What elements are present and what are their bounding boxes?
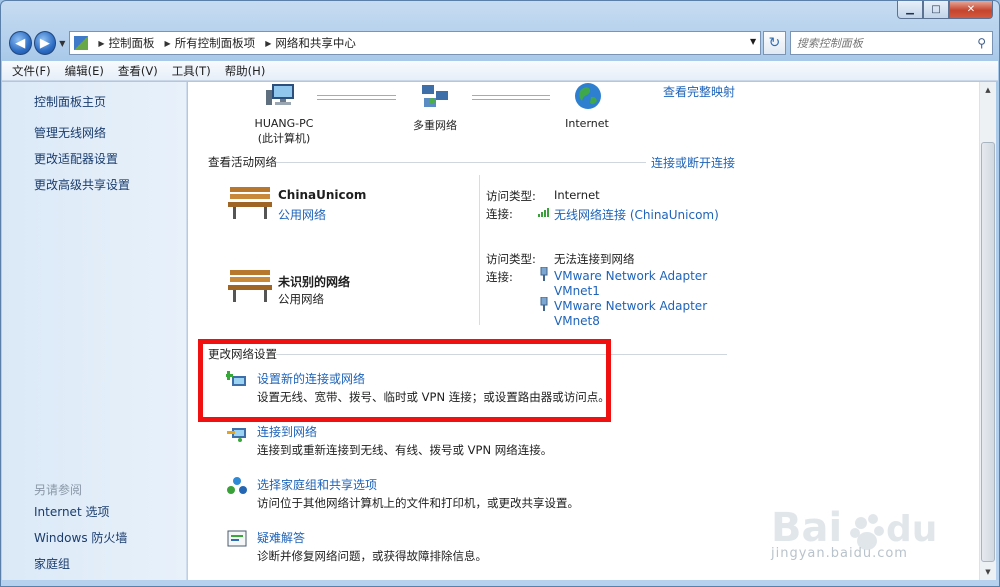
view-full-map-link[interactable]: 查看完整映射 (663, 83, 735, 100)
search-icon[interactable]: ⚲ (977, 36, 986, 50)
sidebar-item-internet-options[interactable]: Internet 选项 (34, 503, 127, 520)
search-input[interactable] (796, 36, 977, 50)
sidebar-item-adapter-settings[interactable]: 更改适配器设置 (34, 150, 130, 167)
maximize-button[interactable]: □ (923, 1, 949, 19)
troubleshoot-desc: 诊断并修复网络问题，或获得故障排除信息。 (257, 549, 487, 563)
breadcrumb-chevron-icon[interactable]: ▶ (265, 39, 271, 48)
connection-label: 连接: (486, 270, 513, 284)
menu-help[interactable]: 帮助(H) (225, 63, 266, 79)
node-name: HUANG-PC (254, 117, 314, 130)
vmnet1-link[interactable]: VMnet1 (554, 284, 600, 298)
wireless-connection-link[interactable]: 无线网络连接 (ChinaUnicom) (554, 206, 719, 223)
homegroup-sharing-desc: 访问位于其他网络计算机上的文件和打印机，或更改共享设置。 (257, 496, 579, 510)
scroll-up-arrow-icon[interactable]: ▲ (980, 82, 996, 98)
address-bar[interactable]: ▶ 控制面板 ▶ 所有控制面板项 ▶ 网络和共享中心 ▼ (69, 31, 762, 55)
sidebar-item-advanced-sharing[interactable]: 更改高级共享设置 (34, 176, 130, 193)
scroll-down-arrow-icon[interactable]: ▼ (980, 564, 996, 580)
sidebar-control-panel-home[interactable]: 控制面板主页 (34, 93, 106, 110)
connect-to-network-link[interactable]: 连接到网络 (257, 423, 317, 440)
svg-text:du: du (886, 509, 937, 550)
sidebar-tasks: 管理无线网络 更改适配器设置 更改高级共享设置 (34, 124, 130, 202)
menu-view[interactable]: 查看(V) (118, 63, 158, 79)
ethernet-plug-icon (540, 267, 548, 281)
connection-label: 连接: (486, 207, 513, 221)
breadcrumb-all-items[interactable]: 所有控制面板项 (175, 35, 256, 51)
vmware-adapter-link[interactable]: VMware Network Adapter (554, 269, 707, 283)
network-type-link[interactable]: 公用网络 (278, 206, 326, 223)
node-sub: (此计算机) (257, 132, 311, 145)
map-link-line (317, 95, 396, 100)
navigation-bar: ◀ ▶ ▼ ▶ 控制面板 ▶ 所有控制面板项 ▶ 网络和共享中心 ▼ ↻ ⚲ (9, 29, 993, 57)
access-type-label: 访问类型: (486, 189, 536, 203)
section-divider (276, 162, 646, 163)
menu-bar: 文件(F) 编辑(E) 查看(V) 工具(T) 帮助(H) (2, 61, 998, 81)
breadcrumb-control-panel[interactable]: 控制面板 (109, 35, 155, 51)
menu-file[interactable]: 文件(F) (12, 63, 51, 79)
forward-button[interactable]: ▶ (33, 31, 57, 55)
breadcrumb-network-center[interactable]: 网络和共享中心 (275, 35, 356, 51)
active-networks-title: 查看活动网络 (208, 155, 277, 169)
minimize-button[interactable]: ▁ (897, 1, 923, 19)
connect-to-network-icon (227, 428, 246, 442)
access-type-value: 无法连接到网络 (554, 252, 635, 266)
highlight-annotation-box (198, 339, 611, 422)
see-also-heading: 另请参阅 (34, 483, 83, 497)
refresh-icon: ↻ (768, 35, 781, 51)
breadcrumb-chevron-icon[interactable]: ▶ (98, 39, 104, 48)
homegroup-sharing-link[interactable]: 选择家庭组和共享选项 (257, 476, 377, 493)
connect-to-network-desc: 连接到或重新连接到无线、有线、拨号或 VPN 网络连接。 (257, 443, 553, 457)
sidebar: 控制面板主页 管理无线网络 更改适配器设置 更改高级共享设置 另请参阅 Inte… (2, 82, 187, 580)
internet-globe-icon (575, 83, 601, 109)
node-this-pc: HUANG-PC (此计算机) (239, 117, 329, 146)
ethernet-plug-icon (540, 297, 548, 311)
troubleshoot-link[interactable]: 疑难解答 (257, 529, 305, 546)
access-type-value: Internet (554, 188, 600, 202)
connect-disconnect-link[interactable]: 连接或断开连接 (651, 154, 735, 171)
baidu-watermark-logo: Bai du (771, 505, 937, 551)
column-divider (479, 175, 480, 325)
refresh-button[interactable]: ↻ (763, 31, 786, 55)
sidebar-item-manage-wireless[interactable]: 管理无线网络 (34, 124, 130, 141)
caption-buttons: ▁ □ ✕ (897, 1, 993, 19)
svg-text:Bai: Bai (771, 505, 842, 551)
computer-icon (266, 84, 294, 105)
multiple-networks-icon (422, 85, 448, 107)
access-type-label: 访问类型: (486, 252, 536, 266)
close-button[interactable]: ✕ (949, 1, 993, 19)
address-dropdown-icon[interactable]: ▼ (750, 37, 756, 46)
recent-pages-dropdown-icon[interactable]: ▼ (59, 39, 65, 48)
node-multiple-networks: 多重网络 (413, 119, 457, 132)
network-type: 公用网络 (278, 292, 324, 306)
vmnet8-link[interactable]: VMnet8 (554, 314, 600, 328)
watermark-url: jingyan.baidu.com (771, 546, 908, 561)
wireless-signal-icon (538, 208, 549, 217)
unidentified-network-bench-icon (228, 270, 272, 302)
control-panel-icon (74, 36, 89, 50)
network-name-unidentified: 未识别的网络 (278, 275, 351, 289)
search-box[interactable]: ⚲ (789, 31, 993, 55)
window-frame: ▁ □ ✕ ◀ ▶ ▼ ▶ 控制面板 ▶ 所有控制面板项 ▶ 网络和共享中心 ▼… (0, 0, 1000, 587)
sidebar-item-firewall[interactable]: Windows 防火墙 (34, 529, 127, 546)
vmware-adapter-link[interactable]: VMware Network Adapter (554, 299, 707, 313)
see-also-list: Internet 选项 Windows 防火墙 家庭组 (34, 503, 127, 581)
homegroup-icon (227, 477, 247, 494)
node-internet: Internet (565, 117, 609, 130)
scroll-thumb[interactable] (981, 142, 995, 562)
vertical-scrollbar[interactable]: ▲ ▼ (979, 82, 996, 580)
troubleshoot-icon (227, 530, 247, 547)
breadcrumb-chevron-icon[interactable]: ▶ (165, 39, 171, 48)
public-network-bench-icon (228, 187, 272, 219)
menu-edit[interactable]: 编辑(E) (65, 63, 104, 79)
back-button[interactable]: ◀ (9, 31, 32, 55)
map-link-line (472, 95, 550, 100)
menu-tools[interactable]: 工具(T) (172, 63, 211, 79)
sidebar-item-homegroup[interactable]: 家庭组 (34, 555, 127, 572)
network-name-chinaunicom: ChinaUnicom (278, 188, 367, 202)
